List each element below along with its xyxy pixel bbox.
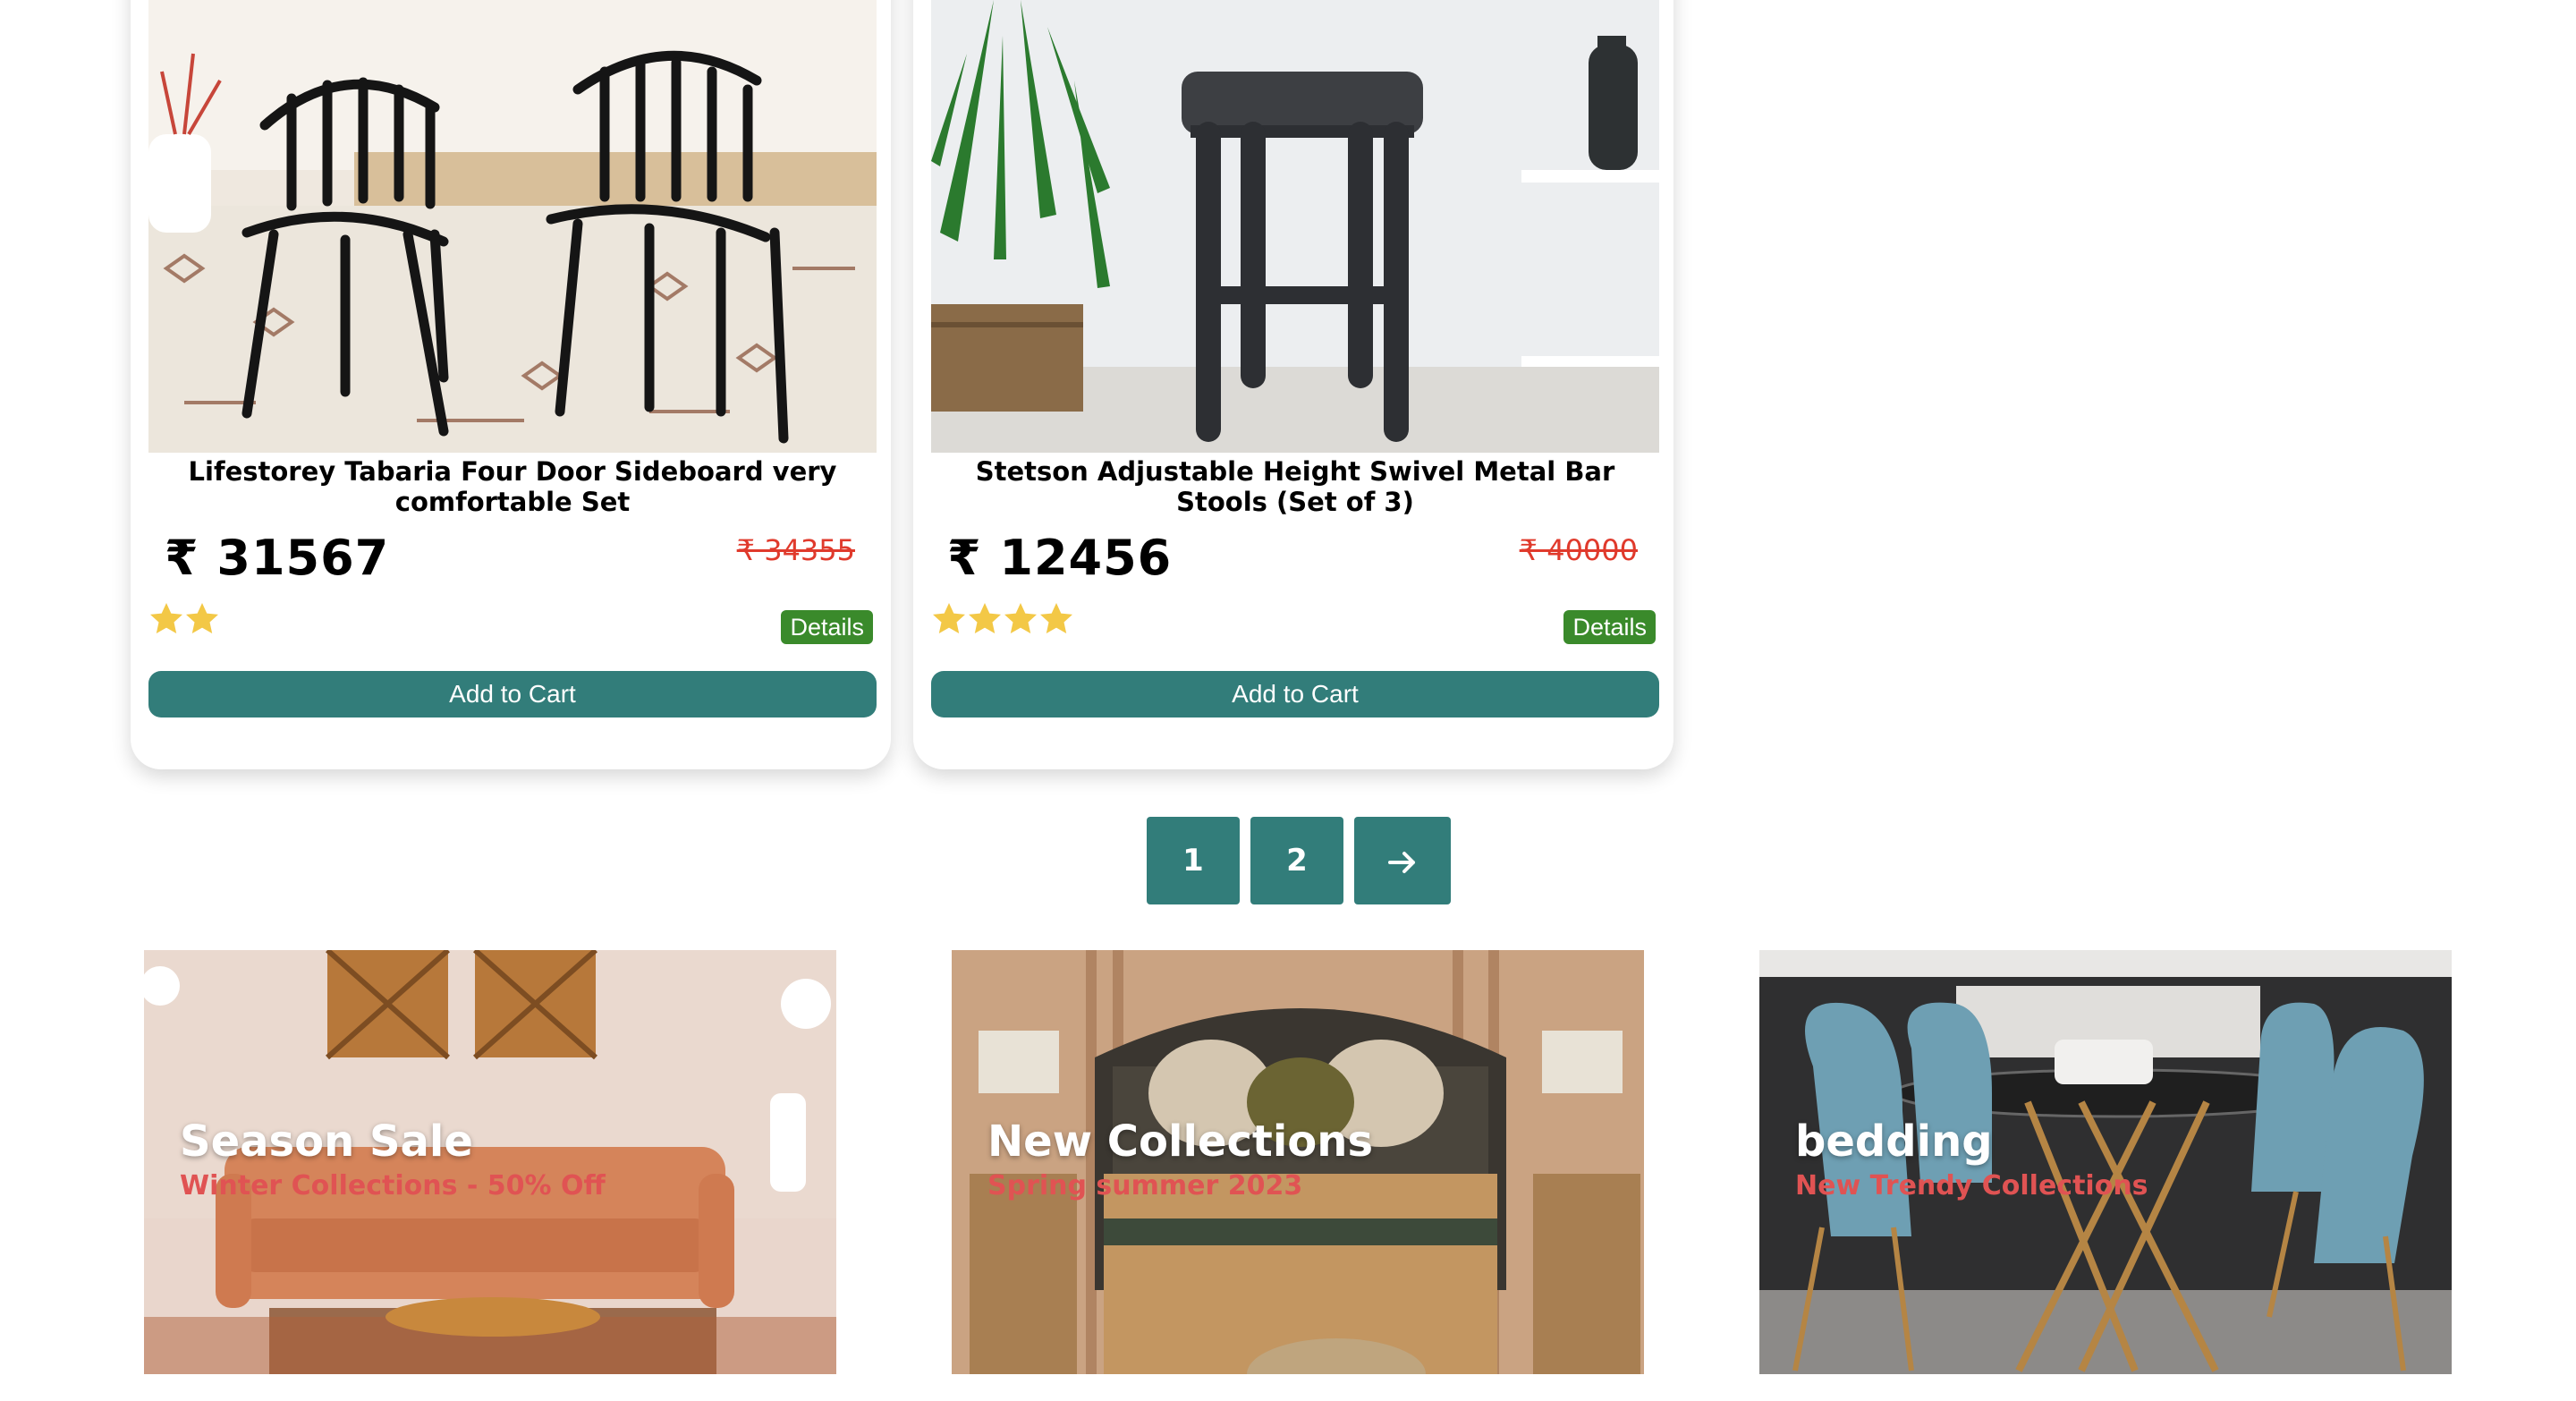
product-price: ₹ 31567 bbox=[165, 530, 390, 586]
banner-subtitle: New Trendy Collections bbox=[1795, 1170, 2148, 1201]
star-icon bbox=[150, 603, 182, 633]
banner-title: Season Sale bbox=[180, 1117, 473, 1167]
arrow-right-icon bbox=[1388, 851, 1415, 873]
rating-stars bbox=[148, 601, 220, 641]
page-2-button[interactable]: 2 bbox=[1250, 817, 1343, 904]
star-icon bbox=[933, 603, 965, 633]
add-to-cart-button[interactable]: Add to Cart bbox=[148, 671, 877, 717]
star-icon bbox=[969, 603, 1001, 633]
product-title[interactable]: Stetson Adjustable Height Swivel Metal B… bbox=[931, 456, 1659, 517]
product-card: Stetson Adjustable Height Swivel Metal B… bbox=[913, 0, 1674, 769]
product-price: ₹ 12456 bbox=[947, 530, 1173, 586]
star-icon bbox=[186, 603, 218, 633]
banner-title: bedding bbox=[1795, 1117, 1993, 1167]
details-button[interactable]: Details bbox=[781, 610, 873, 644]
rating-stars bbox=[931, 601, 1074, 641]
product-title[interactable]: Lifestorey Tabaria Four Door Sideboard v… bbox=[148, 456, 877, 517]
banner-subtitle: Winter Collections - 50% Off bbox=[180, 1170, 606, 1201]
add-to-cart-button[interactable]: Add to Cart bbox=[931, 671, 1659, 717]
product-image[interactable] bbox=[148, 0, 877, 453]
product-old-price: ₹ 34355 bbox=[736, 533, 855, 567]
product-old-price: ₹ 40000 bbox=[1519, 533, 1638, 567]
season-sale-banner[interactable]: Season Sale Winter Collections - 50% Off bbox=[144, 950, 836, 1374]
product-image[interactable] bbox=[931, 0, 1659, 453]
bedding-banner[interactable]: bedding New Trendy Collections bbox=[1759, 950, 2452, 1374]
star-icon bbox=[1040, 603, 1072, 633]
product-card: Lifestorey Tabaria Four Door Sideboard v… bbox=[131, 0, 891, 769]
star-icon bbox=[1004, 603, 1037, 633]
banner-title: New Collections bbox=[987, 1117, 1374, 1167]
details-button[interactable]: Details bbox=[1563, 610, 1656, 644]
banner-subtitle: Spring summer 2023 bbox=[987, 1170, 1303, 1201]
page-1-button[interactable]: 1 bbox=[1147, 817, 1240, 904]
pagination: 1 2 bbox=[1147, 817, 1451, 904]
new-collections-banner[interactable]: New Collections Spring summer 2023 bbox=[952, 950, 1644, 1374]
next-page-button[interactable] bbox=[1354, 817, 1451, 904]
